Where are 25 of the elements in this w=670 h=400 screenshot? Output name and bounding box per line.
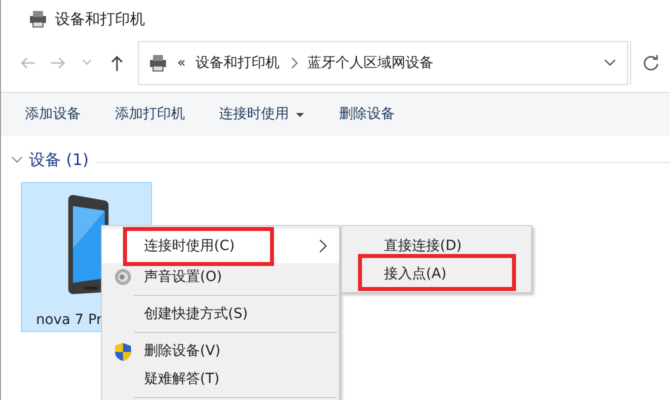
- toolbar-button[interactable]: 连接时使用: [219, 104, 305, 125]
- menu-item[interactable]: 接入点(A): [342, 260, 531, 288]
- toolbar-button[interactable]: 添加打印机: [115, 104, 185, 125]
- chevron-right-icon: [319, 239, 327, 253]
- breadcrumb-item[interactable]: 蓝牙个人区域网设备: [308, 52, 434, 74]
- breadcrumb-item[interactable]: 设备和打印机: [196, 52, 280, 74]
- chevron-down-icon[interactable]: [11, 155, 23, 165]
- window-title: 设备和打印机: [55, 8, 145, 30]
- caret-icon: [295, 112, 305, 118]
- group-header[interactable]: 设备 (1): [29, 148, 89, 172]
- menu-item[interactable]: 疑难解答(T): [102, 365, 339, 393]
- refresh-icon[interactable]: [642, 54, 660, 72]
- menu-item[interactable]: 直接连接(D): [342, 232, 531, 260]
- toolbar-button[interactable]: 删除设备: [339, 104, 395, 125]
- printer-icon: [149, 54, 168, 72]
- address-bar[interactable]: « 设备和打印机 蓝牙个人区域网设备: [138, 41, 628, 85]
- printer-icon: [29, 10, 47, 28]
- shield-icon: [114, 342, 132, 362]
- menu-item[interactable]: 删除设备(V): [102, 337, 339, 365]
- chevron-right-icon: [290, 57, 298, 69]
- device-name: nova 7 Pr: [36, 311, 102, 330]
- speaker-icon: [114, 268, 132, 286]
- breadcrumb-overflow[interactable]: «: [177, 52, 186, 74]
- menu-item[interactable]: 连接时使用(C): [102, 229, 339, 263]
- toolbar-button[interactable]: 添加设备: [25, 104, 81, 125]
